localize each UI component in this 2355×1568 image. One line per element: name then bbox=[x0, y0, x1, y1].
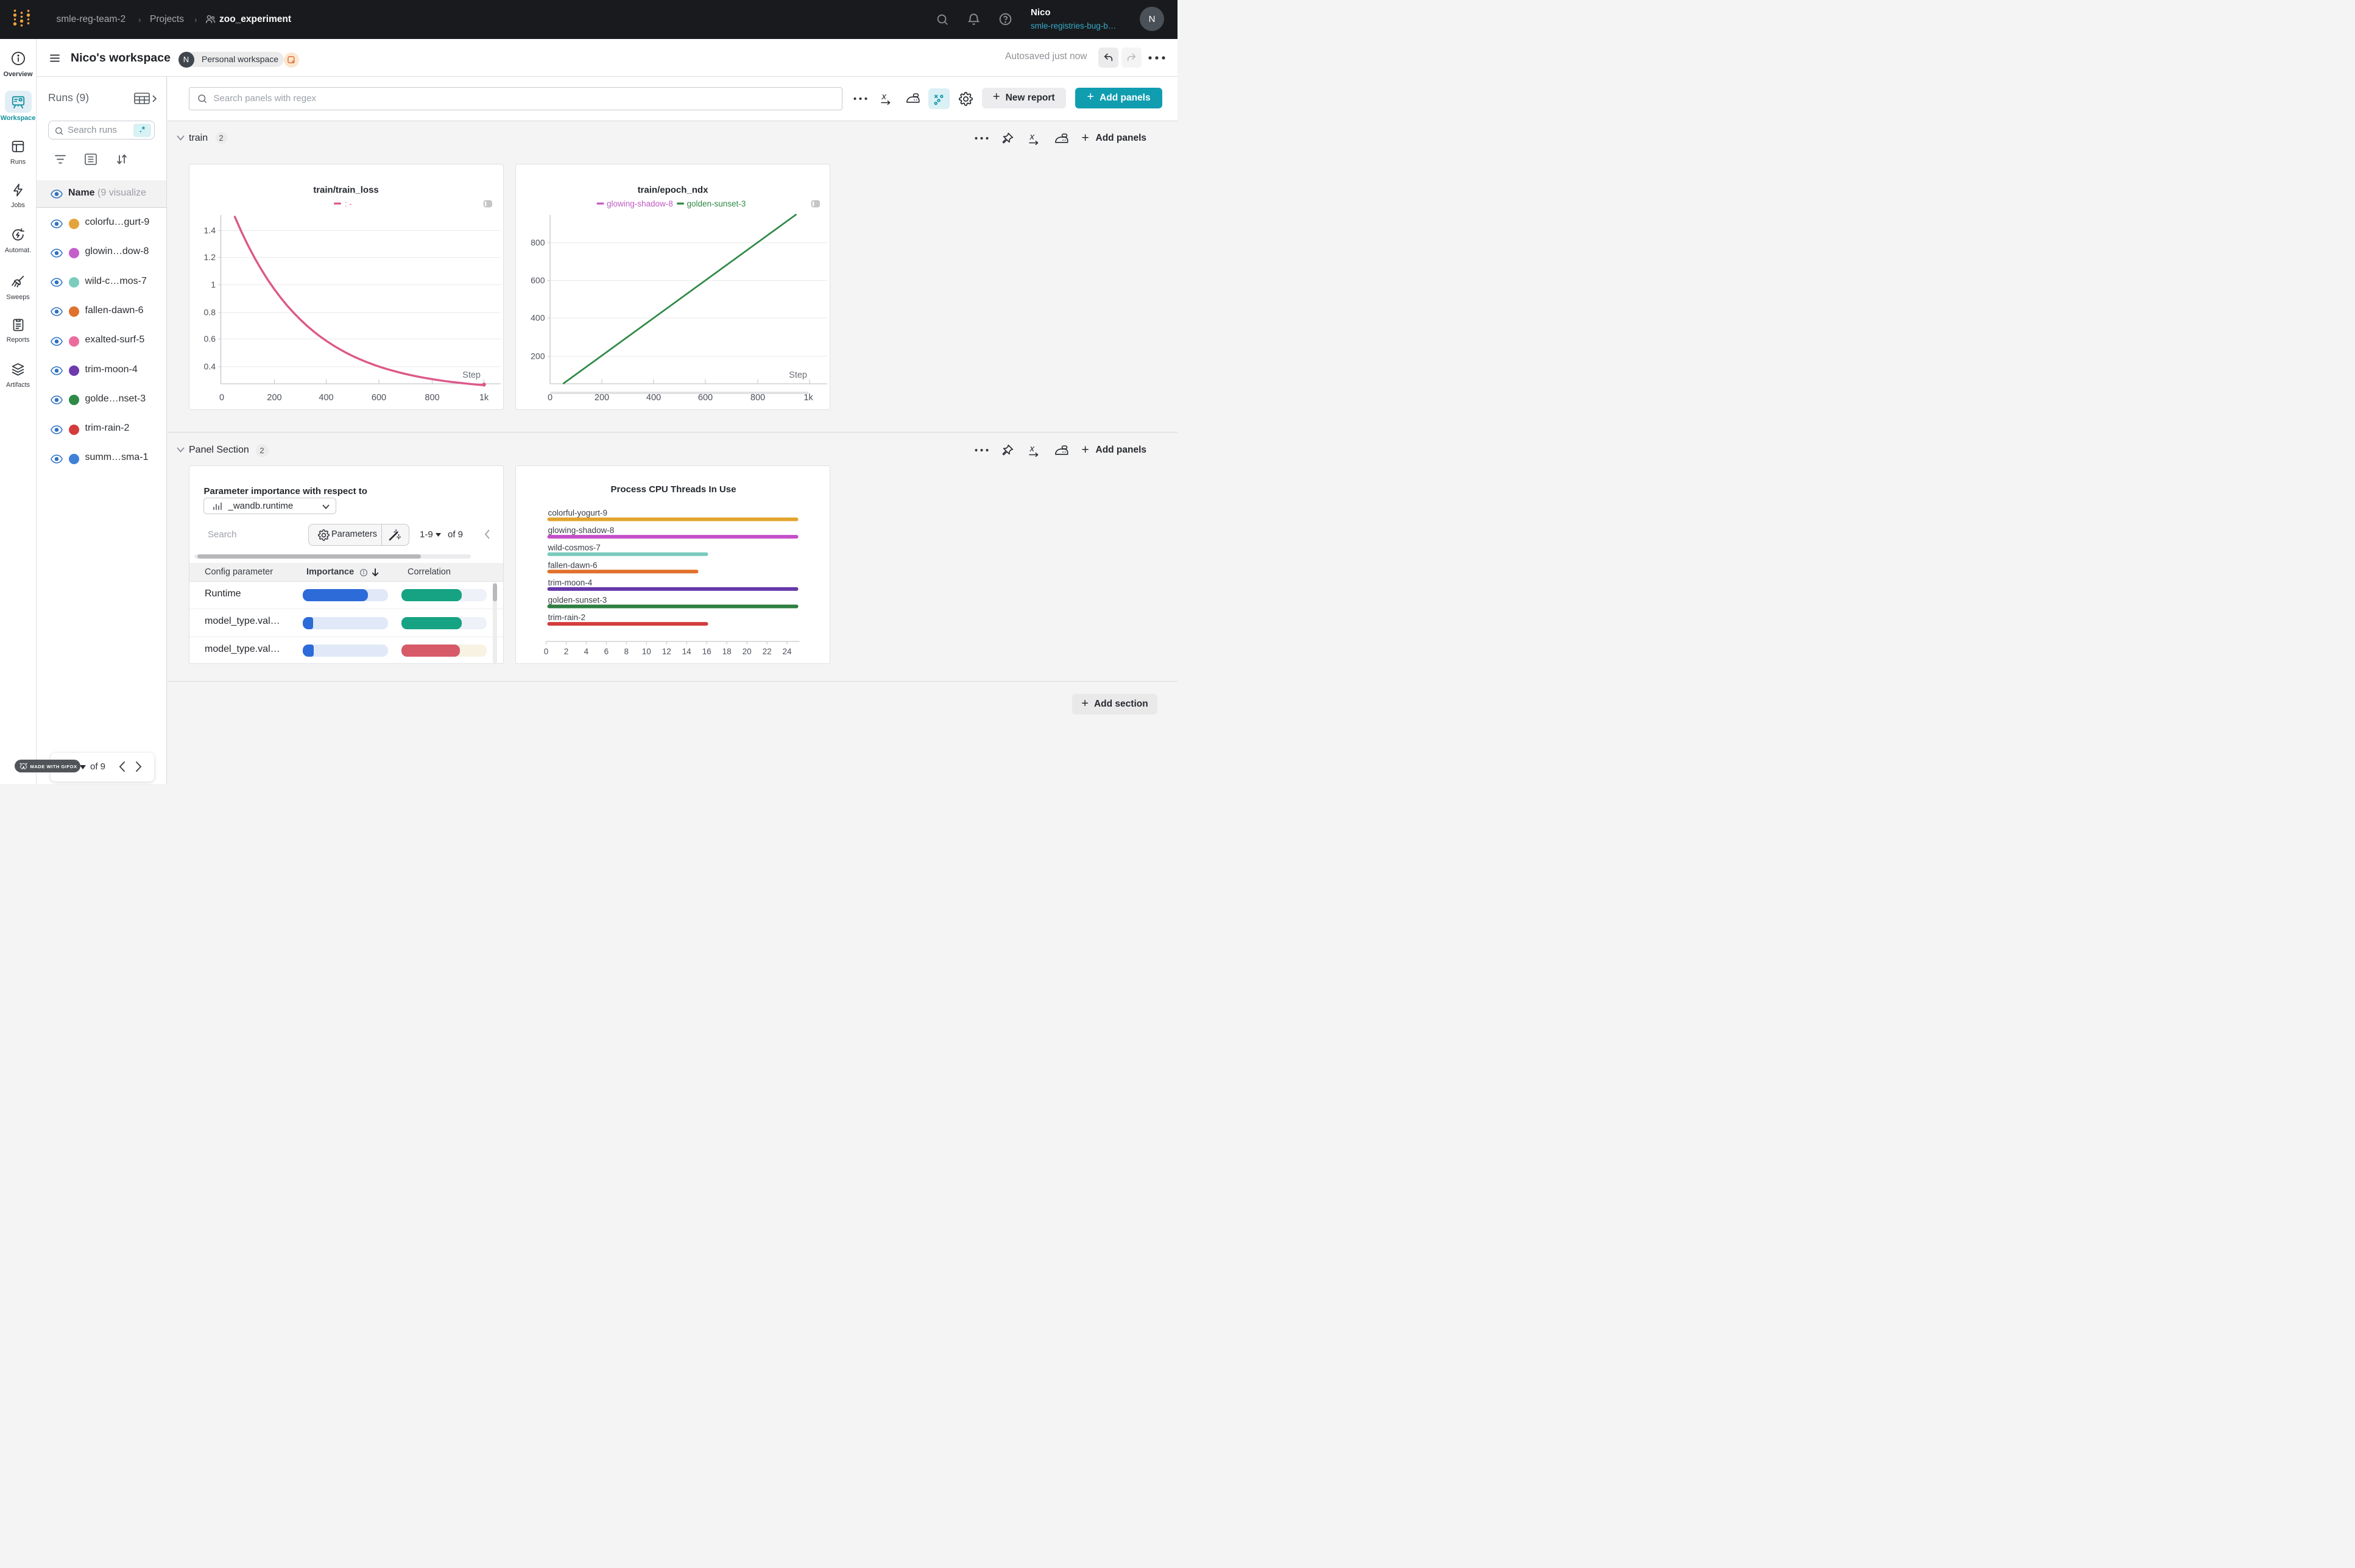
svg-text:800: 800 bbox=[531, 238, 545, 247]
svg-text:0.4: 0.4 bbox=[204, 361, 216, 371]
svg-text:200: 200 bbox=[531, 351, 545, 361]
svg-text:wild-cosmos-7: wild-cosmos-7 bbox=[547, 543, 600, 552]
svg-text:200: 200 bbox=[267, 393, 281, 403]
svg-text:0: 0 bbox=[547, 393, 552, 403]
svg-text:1.2: 1.2 bbox=[204, 252, 216, 262]
svg-text:glowing-shadow-8: glowing-shadow-8 bbox=[607, 199, 673, 208]
svg-text:2: 2 bbox=[563, 647, 568, 656]
svg-text:600: 600 bbox=[697, 393, 712, 403]
svg-text:Step: Step bbox=[789, 370, 807, 380]
svg-text:600: 600 bbox=[372, 393, 386, 403]
svg-text:14: 14 bbox=[682, 647, 691, 656]
svg-text:16: 16 bbox=[702, 647, 711, 656]
svg-text:800: 800 bbox=[425, 393, 439, 403]
svg-text:train/epoch_ndx: train/epoch_ndx bbox=[637, 185, 708, 195]
svg-text:0.8: 0.8 bbox=[204, 307, 216, 317]
svg-text:glowing-shadow-8: glowing-shadow-8 bbox=[548, 526, 614, 535]
svg-text:20: 20 bbox=[742, 647, 751, 656]
svg-text:1.4: 1.4 bbox=[204, 225, 216, 235]
svg-text:0: 0 bbox=[543, 647, 548, 656]
svg-text:4: 4 bbox=[584, 647, 588, 656]
svg-text:200: 200 bbox=[594, 393, 609, 403]
svg-text:1k: 1k bbox=[803, 393, 813, 403]
svg-text:colorful-yogurt-9: colorful-yogurt-9 bbox=[548, 508, 607, 517]
svg-text:800: 800 bbox=[750, 393, 764, 403]
svg-text:0: 0 bbox=[219, 393, 224, 403]
svg-text:golden-sunset-3: golden-sunset-3 bbox=[548, 595, 607, 604]
svg-text:x: x bbox=[1029, 443, 1034, 454]
svg-text:22: 22 bbox=[762, 647, 771, 656]
svg-text:: -: : - bbox=[345, 199, 352, 208]
svg-text:1k: 1k bbox=[479, 393, 489, 403]
svg-text:400: 400 bbox=[319, 393, 333, 403]
svg-text:6: 6 bbox=[604, 647, 609, 656]
svg-text:400: 400 bbox=[646, 393, 660, 403]
svg-text:400: 400 bbox=[531, 313, 545, 322]
svg-text:x: x bbox=[881, 91, 886, 102]
svg-text:24: 24 bbox=[782, 647, 792, 656]
svg-text:train/train_loss: train/train_loss bbox=[313, 185, 379, 195]
svg-text:trim-rain-2: trim-rain-2 bbox=[548, 613, 585, 622]
svg-text:x: x bbox=[1029, 132, 1034, 142]
svg-text:Step: Step bbox=[462, 370, 481, 380]
svg-text:0.6: 0.6 bbox=[204, 334, 216, 344]
svg-text:1: 1 bbox=[211, 280, 216, 289]
svg-text:10: 10 bbox=[641, 647, 651, 656]
svg-text:trim-moon-4: trim-moon-4 bbox=[548, 577, 592, 587]
svg-text:fallen-dawn-6: fallen-dawn-6 bbox=[548, 560, 597, 570]
svg-text:8: 8 bbox=[624, 647, 629, 656]
svg-text:golden-sunset-3: golden-sunset-3 bbox=[687, 199, 746, 208]
svg-text:18: 18 bbox=[722, 647, 731, 656]
svg-text:Process CPU Threads In Use: Process CPU Threads In Use bbox=[610, 484, 736, 495]
svg-text:12: 12 bbox=[662, 647, 671, 656]
svg-text:600: 600 bbox=[531, 275, 545, 285]
